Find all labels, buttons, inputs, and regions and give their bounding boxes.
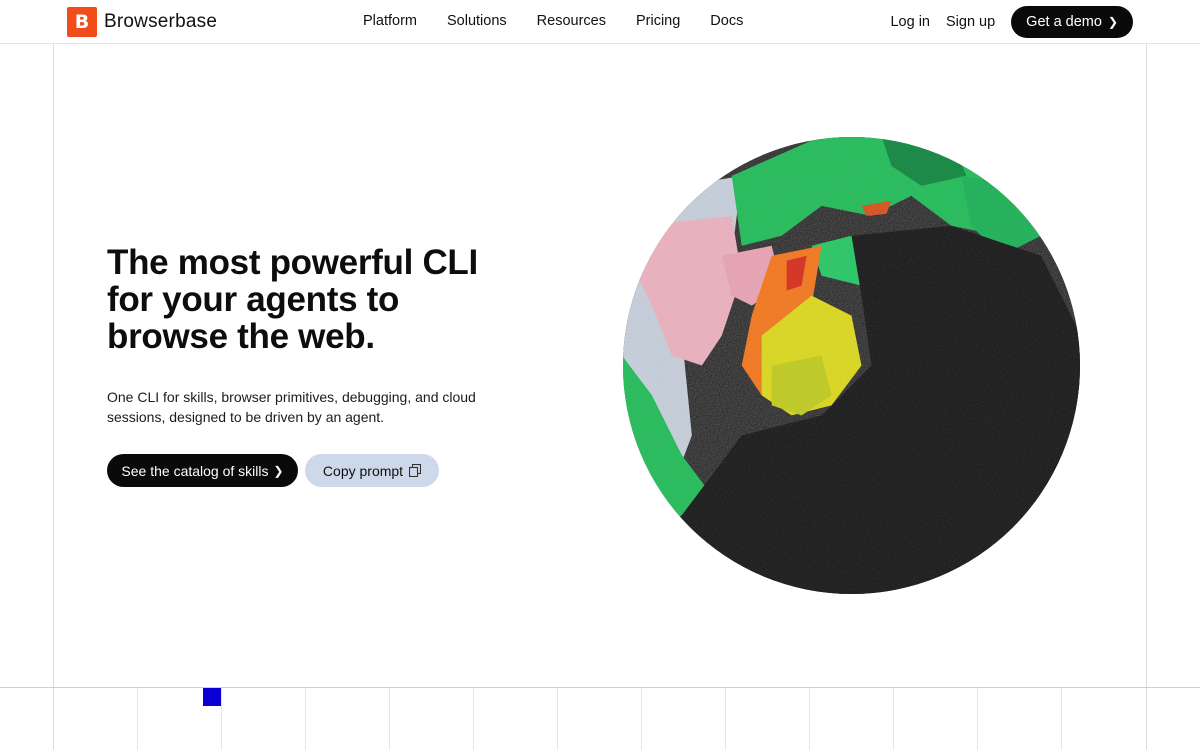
grid-divider [893,688,894,750]
copy-prompt-button[interactable]: Copy prompt [305,454,439,487]
see-catalog-button[interactable]: See the catalog of skills ❯ [107,454,298,487]
brand-name: Browserbase [104,11,218,32]
frame-line-bottom [0,687,1200,688]
grid-divider [557,688,558,750]
chevron-right-icon: ❯ [1107,15,1118,29]
grid-divider [641,688,642,750]
frame-line-left [53,43,54,750]
globe-graphic [622,136,1081,595]
nav-item-solutions[interactable]: Solutions [447,13,507,29]
hero-title: The most powerful CLI for your agents to… [107,243,478,356]
grid-marker-square [203,688,221,706]
logo-mark: B [67,7,97,37]
grid-divider [725,688,726,750]
chevron-right-icon: ❯ [273,463,284,478]
get-demo-label: Get a demo [1026,14,1102,30]
grid-divider [305,688,306,750]
nav-item-pricing[interactable]: Pricing [636,13,680,29]
hero-subtitle: One CLI for skills, browser primitives, … [107,389,476,425]
nav-actions: Log in Sign up Get a demo ❯ [890,6,1133,38]
grid-divider [809,688,810,750]
signup-link[interactable]: Sign up [946,14,995,30]
see-catalog-label: See the catalog of skills [121,462,269,479]
grid-divider [389,688,390,750]
copy-prompt-label: Copy prompt [322,462,404,479]
grid-divider [137,688,138,750]
nav-item-platform[interactable]: Platform [363,13,417,29]
brand-logo[interactable]: B Browserbase [67,7,217,37]
copy-icon [409,464,422,477]
nav-item-docs[interactable]: Docs [710,13,743,29]
top-nav: B Browserbase Platform Solutions Resourc… [0,0,1200,44]
frame-line-right [1146,43,1147,750]
nav-item-resources[interactable]: Resources [537,13,606,29]
login-link[interactable]: Log in [890,14,930,30]
get-demo-button[interactable]: Get a demo ❯ [1011,6,1133,38]
grid-divider [977,688,978,750]
grid-divider [473,688,474,750]
main-menu: Platform Solutions Resources Pricing Doc… [363,13,743,29]
grid-divider [1061,688,1062,750]
grid-divider [221,688,222,750]
